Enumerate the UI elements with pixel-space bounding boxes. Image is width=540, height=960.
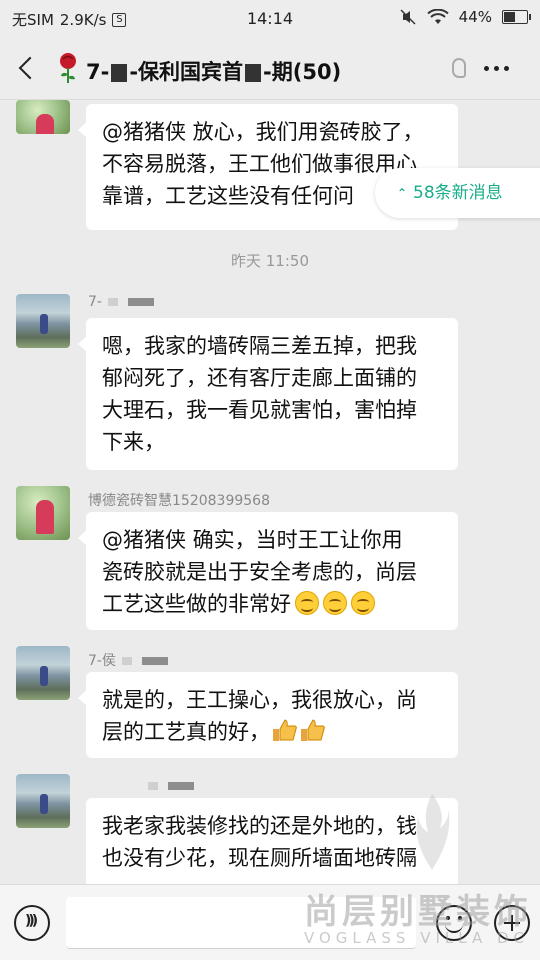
sender-name: 7- [88,294,154,310]
message-bubble[interactable]: 我老家我装修找的还是外地的，钱 也没有少花，现在厕所墙面地砖隔 [86,798,458,888]
blurred-text [107,298,118,306]
sender-name-text: 7-侯 [88,653,116,669]
smile-emoji-icon [351,591,375,615]
mute-icon [400,9,416,25]
plus-icon[interactable] [494,905,530,941]
more-icon[interactable] [484,66,509,71]
sender-name-text: 7- [88,294,102,310]
ear-mode-icon [452,58,466,78]
message-input[interactable] [66,897,416,949]
back-icon[interactable] [14,54,42,82]
blurred-text [121,657,132,665]
thumbs-up-icon [273,719,297,741]
sender-name [88,778,194,794]
blurred-text [111,64,128,82]
avatar[interactable] [16,646,70,700]
new-messages-label: 58条新消息 [413,183,503,203]
rose-icon [60,53,76,83]
status-bar: 无SIM 2.9K/s S 14:14 44% [0,0,540,36]
voice-input-icon[interactable] [14,905,50,941]
thumbs-up-icon [301,719,325,741]
message-bubble[interactable]: 就是的，王工操心，我很放心，尚 层的工艺真的好， [78,672,458,758]
blurred-text [141,657,168,665]
emoji-icon[interactable] [436,905,472,941]
sender-name: 博德瓷砖智慧15208399568 [88,493,270,509]
status-right: 44% [399,8,531,26]
chat-title-prefix: 7- [86,60,110,84]
chevron-up-icon: ⌃ [397,186,408,200]
avatar[interactable] [16,486,70,540]
message-text: 我老家我装修找的还是外地的，钱 也没有少花，现在厕所墙面地砖隔 [102,814,417,870]
chat-title-mid: -保利国宾首 [129,60,244,84]
message-bubble[interactable]: @猪猪侠 确实，当时王工让你用 瓷砖胶就是出于安全考虑的，尚层 工艺这些做的非常… [78,512,458,630]
sender-name: 7-侯 [88,650,168,670]
avatar[interactable] [16,100,70,134]
chat-title-suffix: -期(50) [263,60,342,84]
new-messages-button[interactable]: ⌃ 58条新消息 [375,168,540,218]
message-bubble[interactable]: 嗯，我家的墙砖隔三差五掉，把我 郁闷死了，还有客厅走廊上面铺的 大理石，我一看见… [78,318,458,470]
avatar[interactable] [16,294,70,348]
smile-emoji-icon [323,591,347,615]
blurred-text [148,782,158,790]
chat-header: 7- -保利国宾首 -期(50) [0,36,540,100]
watermark-logo-icon [416,794,450,870]
battery-icon [502,10,531,24]
battery-percent: 44% [458,8,492,26]
avatar[interactable] [16,774,70,828]
input-bar [0,884,540,960]
message-text: 嗯，我家的墙砖隔三差五掉，把我 郁闷死了，还有客厅走廊上面铺的 大理石，我一看见… [102,334,417,454]
chat-title: 7- -保利国宾首 -期(50) [86,56,341,86]
wifi-icon [426,9,449,24]
message-timestamp: 昨天 11:50 [231,252,309,270]
message-text: 就是的，王工操心，我很放心，尚 层的工艺真的好， [102,688,417,744]
blurred-text [127,298,154,306]
blurred-text [245,64,262,82]
smile-emoji-icon [295,591,319,615]
blurred-text [168,782,194,790]
